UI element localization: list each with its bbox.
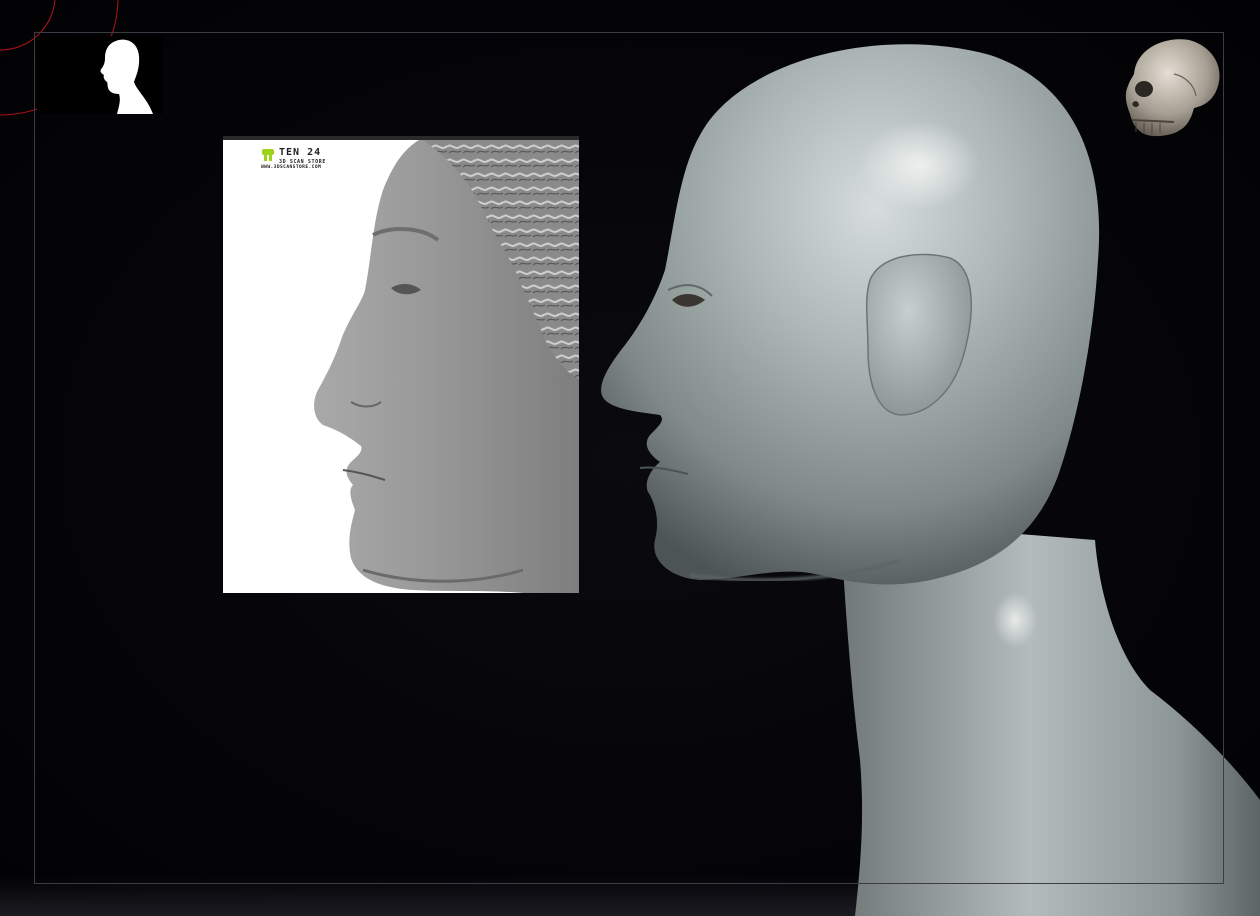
- reference-image-panel[interactable]: TEN 24 3D SCAN STORE WWW.3DSCANSTORE.COM: [223, 136, 579, 593]
- head-silhouette-icon[interactable]: [37, 36, 163, 114]
- skull-thumbnail[interactable]: [1114, 34, 1224, 144]
- canvas-frame: [34, 32, 1224, 884]
- reference-watermark: TEN 24 3D SCAN STORE WWW.3DSCANSTORE.COM: [261, 148, 326, 171]
- watermark-title: TEN 24: [279, 147, 322, 158]
- watermark-url: WWW.3DSCANSTORE.COM: [261, 165, 322, 170]
- reference-face-scan: [314, 140, 579, 593]
- ten24-logo-icon: [262, 149, 274, 161]
